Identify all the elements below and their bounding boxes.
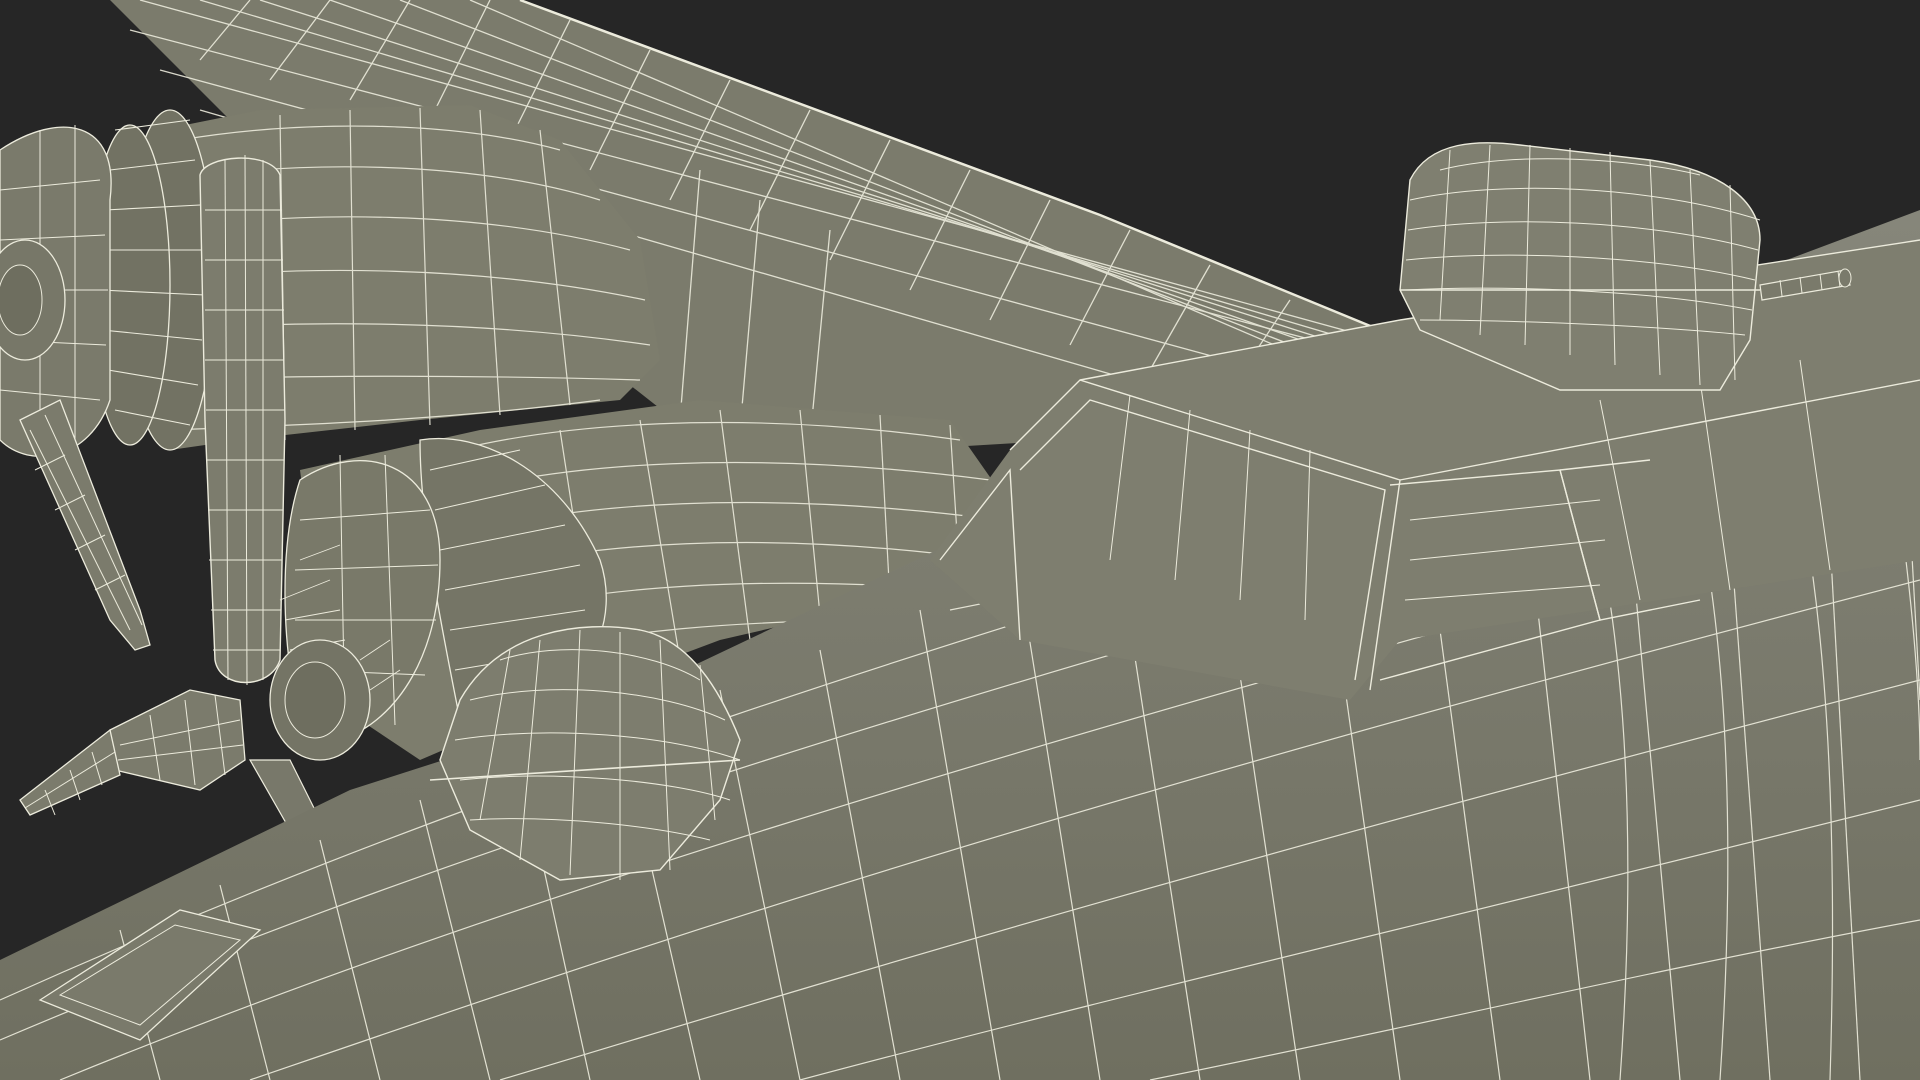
wireframe-render bbox=[0, 0, 1920, 1080]
3d-viewport[interactable] bbox=[0, 0, 1920, 1080]
